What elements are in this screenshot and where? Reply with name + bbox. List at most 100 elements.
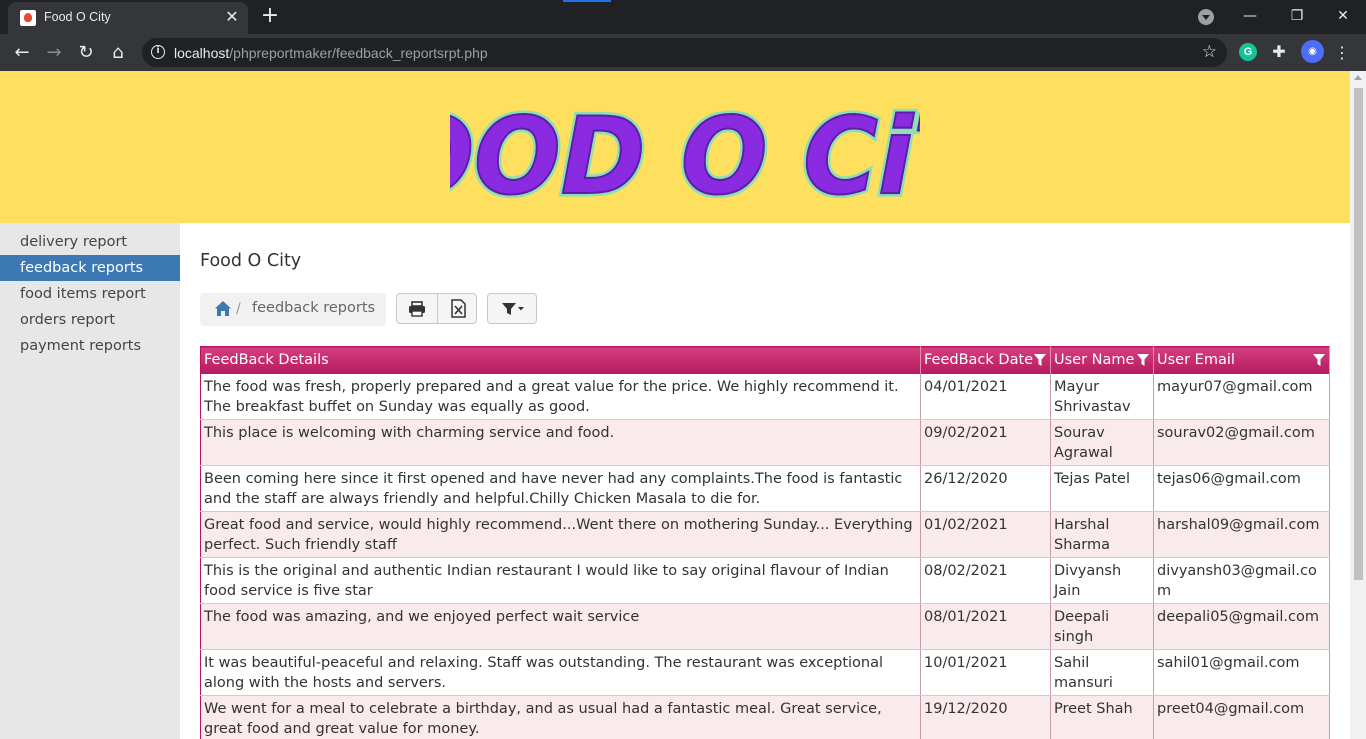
browser-tabstrip: Food O City ✕ + — ❐ ✕ [0, 0, 1366, 34]
print-button[interactable] [397, 294, 437, 323]
print-icon [409, 301, 425, 317]
site-banner: FOOD O CiTY FOOD O CiTY [0, 71, 1350, 223]
cell-user-name: Harshal Sharma [1050, 511, 1154, 558]
filter-icon [502, 303, 524, 315]
column-header-feedback-date[interactable]: FeedBack Date [920, 346, 1051, 374]
column-header-user-name[interactable]: User Name [1050, 346, 1154, 374]
table-row: This is the original and authentic India… [200, 557, 1330, 604]
table-row: This place is welcoming with charming se… [200, 419, 1330, 466]
cell-feedback-details: Great food and service, would highly rec… [200, 511, 921, 558]
address-bar[interactable]: i localhost/phpreportmaker/feedback_repo… [142, 38, 1227, 67]
url-text: localhost/phpreportmaker/feedback_report… [174, 45, 488, 61]
cell-feedback-date: 26/12/2020 [920, 465, 1051, 512]
column-header-label: User Email [1157, 352, 1235, 369]
table-row: Been coming here since it first opened a… [200, 465, 1330, 512]
cell-user-name: Preet Shah [1050, 695, 1154, 739]
cell-user-email: deepali05@gmail.com [1153, 603, 1330, 650]
reload-icon[interactable]: ↻ [73, 40, 99, 66]
scrollbar-thumb[interactable] [1354, 88, 1363, 580]
forward-icon[interactable]: → [41, 40, 67, 66]
logo-fill: FOOD O CiTY [450, 94, 920, 209]
breadcrumb-current: feedback reports [252, 300, 376, 316]
table-row: It was beautiful-peaceful and relaxing. … [200, 649, 1330, 696]
export-button-group [396, 293, 477, 324]
cell-feedback-date: 09/02/2021 [920, 419, 1051, 466]
cell-feedback-details: This is the original and authentic India… [200, 557, 921, 604]
home-nav-icon[interactable]: ⌂ [105, 40, 131, 66]
cell-user-email: mayur07@gmail.com [1153, 373, 1330, 420]
feedback-report-table: FeedBack Details FeedBack Date User Name… [200, 346, 1330, 739]
browser-tab[interactable]: Food O City ✕ [8, 2, 248, 34]
food-o-city-logo: FOOD O CiTY FOOD O CiTY [450, 91, 920, 209]
cell-feedback-date: 10/01/2021 [920, 649, 1051, 696]
cell-feedback-details: The food was amazing, and we enjoyed per… [200, 603, 921, 650]
sidebar-item-payment-reports[interactable]: payment reports [0, 333, 180, 359]
cell-feedback-date: 19/12/2020 [920, 695, 1051, 739]
column-filter-icon[interactable] [1313, 354, 1325, 366]
column-header-feedback-details[interactable]: FeedBack Details [200, 346, 921, 374]
sidebar-item-orders-report[interactable]: orders report [0, 307, 180, 333]
column-header-user-email[interactable]: User Email [1153, 346, 1330, 374]
cell-feedback-date: 01/02/2021 [920, 511, 1051, 558]
table-row: We went for a meal to celebrate a birthd… [200, 695, 1330, 739]
column-header-label: User Name [1054, 352, 1135, 369]
cell-user-name: Sahil mansuri [1050, 649, 1154, 696]
close-window-button[interactable]: ✕ [1329, 4, 1357, 28]
cell-user-name: Sourav Agrawal [1050, 419, 1154, 466]
cell-user-name: Mayur Shrivastav [1050, 373, 1154, 420]
back-icon[interactable]: ← [9, 40, 35, 66]
accent-line [563, 0, 611, 2]
cell-user-name: Divyansh Jain [1050, 557, 1154, 604]
cell-feedback-details: This place is welcoming with charming se… [200, 419, 921, 466]
column-header-label: FeedBack Date [924, 352, 1034, 369]
table-row: The food was amazing, and we enjoyed per… [200, 603, 1330, 650]
column-header-label: FeedBack Details [204, 352, 329, 369]
browser-toolbar: ← → ↻ ⌂ i localhost/phpreportmaker/feedb… [0, 34, 1366, 71]
web-page: FOOD O CiTY FOOD O CiTY delivery report … [0, 71, 1350, 739]
export-excel-button[interactable] [437, 294, 477, 323]
tab-close-icon[interactable]: ✕ [222, 7, 242, 27]
cell-feedback-date: 04/01/2021 [920, 373, 1051, 420]
scroll-up-arrow-icon[interactable] [1354, 75, 1362, 80]
sidebar: delivery report feedback reports food it… [0, 223, 180, 739]
browser-menu-icon[interactable]: ⋮ [1334, 40, 1350, 66]
profile-avatar[interactable]: ◉ [1301, 40, 1324, 63]
site-info-icon[interactable]: i [151, 45, 165, 59]
home-icon[interactable] [214, 300, 232, 318]
url-path: /phpreportmaker/feedback_reportsrpt.php [229, 45, 488, 61]
sidebar-item-delivery-report[interactable]: delivery report [0, 229, 180, 255]
bookmark-star-icon[interactable]: ☆ [1202, 42, 1217, 62]
url-host: localhost [174, 45, 230, 61]
breadcrumb-separator: / [236, 301, 241, 317]
tab-title: Food O City [44, 10, 111, 24]
new-tab-button[interactable]: + [258, 5, 282, 29]
page-scrollbar[interactable] [1350, 71, 1366, 739]
minimize-button[interactable]: — [1236, 4, 1264, 28]
filter-dropdown-button[interactable] [487, 293, 537, 324]
cell-user-email: preet04@gmail.com [1153, 695, 1330, 739]
table-header-row: FeedBack Details FeedBack Date User Name… [200, 346, 1330, 374]
cell-feedback-details: It was beautiful-peaceful and relaxing. … [200, 649, 921, 696]
cell-user-email: tejas06@gmail.com [1153, 465, 1330, 512]
cell-feedback-date: 08/02/2021 [920, 557, 1051, 604]
extensions-puzzle-icon[interactable]: ✚ [1270, 43, 1288, 61]
column-filter-icon[interactable] [1137, 354, 1149, 366]
page-title: Food O City [200, 251, 302, 271]
cell-user-email: sourav02@gmail.com [1153, 419, 1330, 466]
table-row: Great food and service, would highly rec… [200, 511, 1330, 558]
favicon-icon [20, 10, 36, 26]
breadcrumb: / feedback reports [200, 293, 386, 326]
table-row: The food was fresh, properly prepared an… [200, 373, 1330, 420]
cell-user-email: divyansh03@gmail.com [1153, 557, 1330, 604]
cell-feedback-details: Been coming here since it first opened a… [200, 465, 921, 512]
restore-button[interactable]: ❐ [1283, 4, 1311, 28]
cell-feedback-details: We went for a meal to celebrate a birthd… [200, 695, 921, 739]
cell-user-name: Tejas Patel [1050, 465, 1154, 512]
sidebar-item-feedback-reports[interactable]: feedback reports [0, 255, 180, 281]
tab-search-icon[interactable] [1198, 9, 1214, 25]
column-filter-icon[interactable] [1034, 354, 1046, 366]
grammarly-extension-icon[interactable]: G [1239, 43, 1257, 61]
cell-user-email: harshal09@gmail.com [1153, 511, 1330, 558]
sidebar-item-food-items-report[interactable]: food items report [0, 281, 180, 307]
excel-file-icon [451, 299, 466, 318]
